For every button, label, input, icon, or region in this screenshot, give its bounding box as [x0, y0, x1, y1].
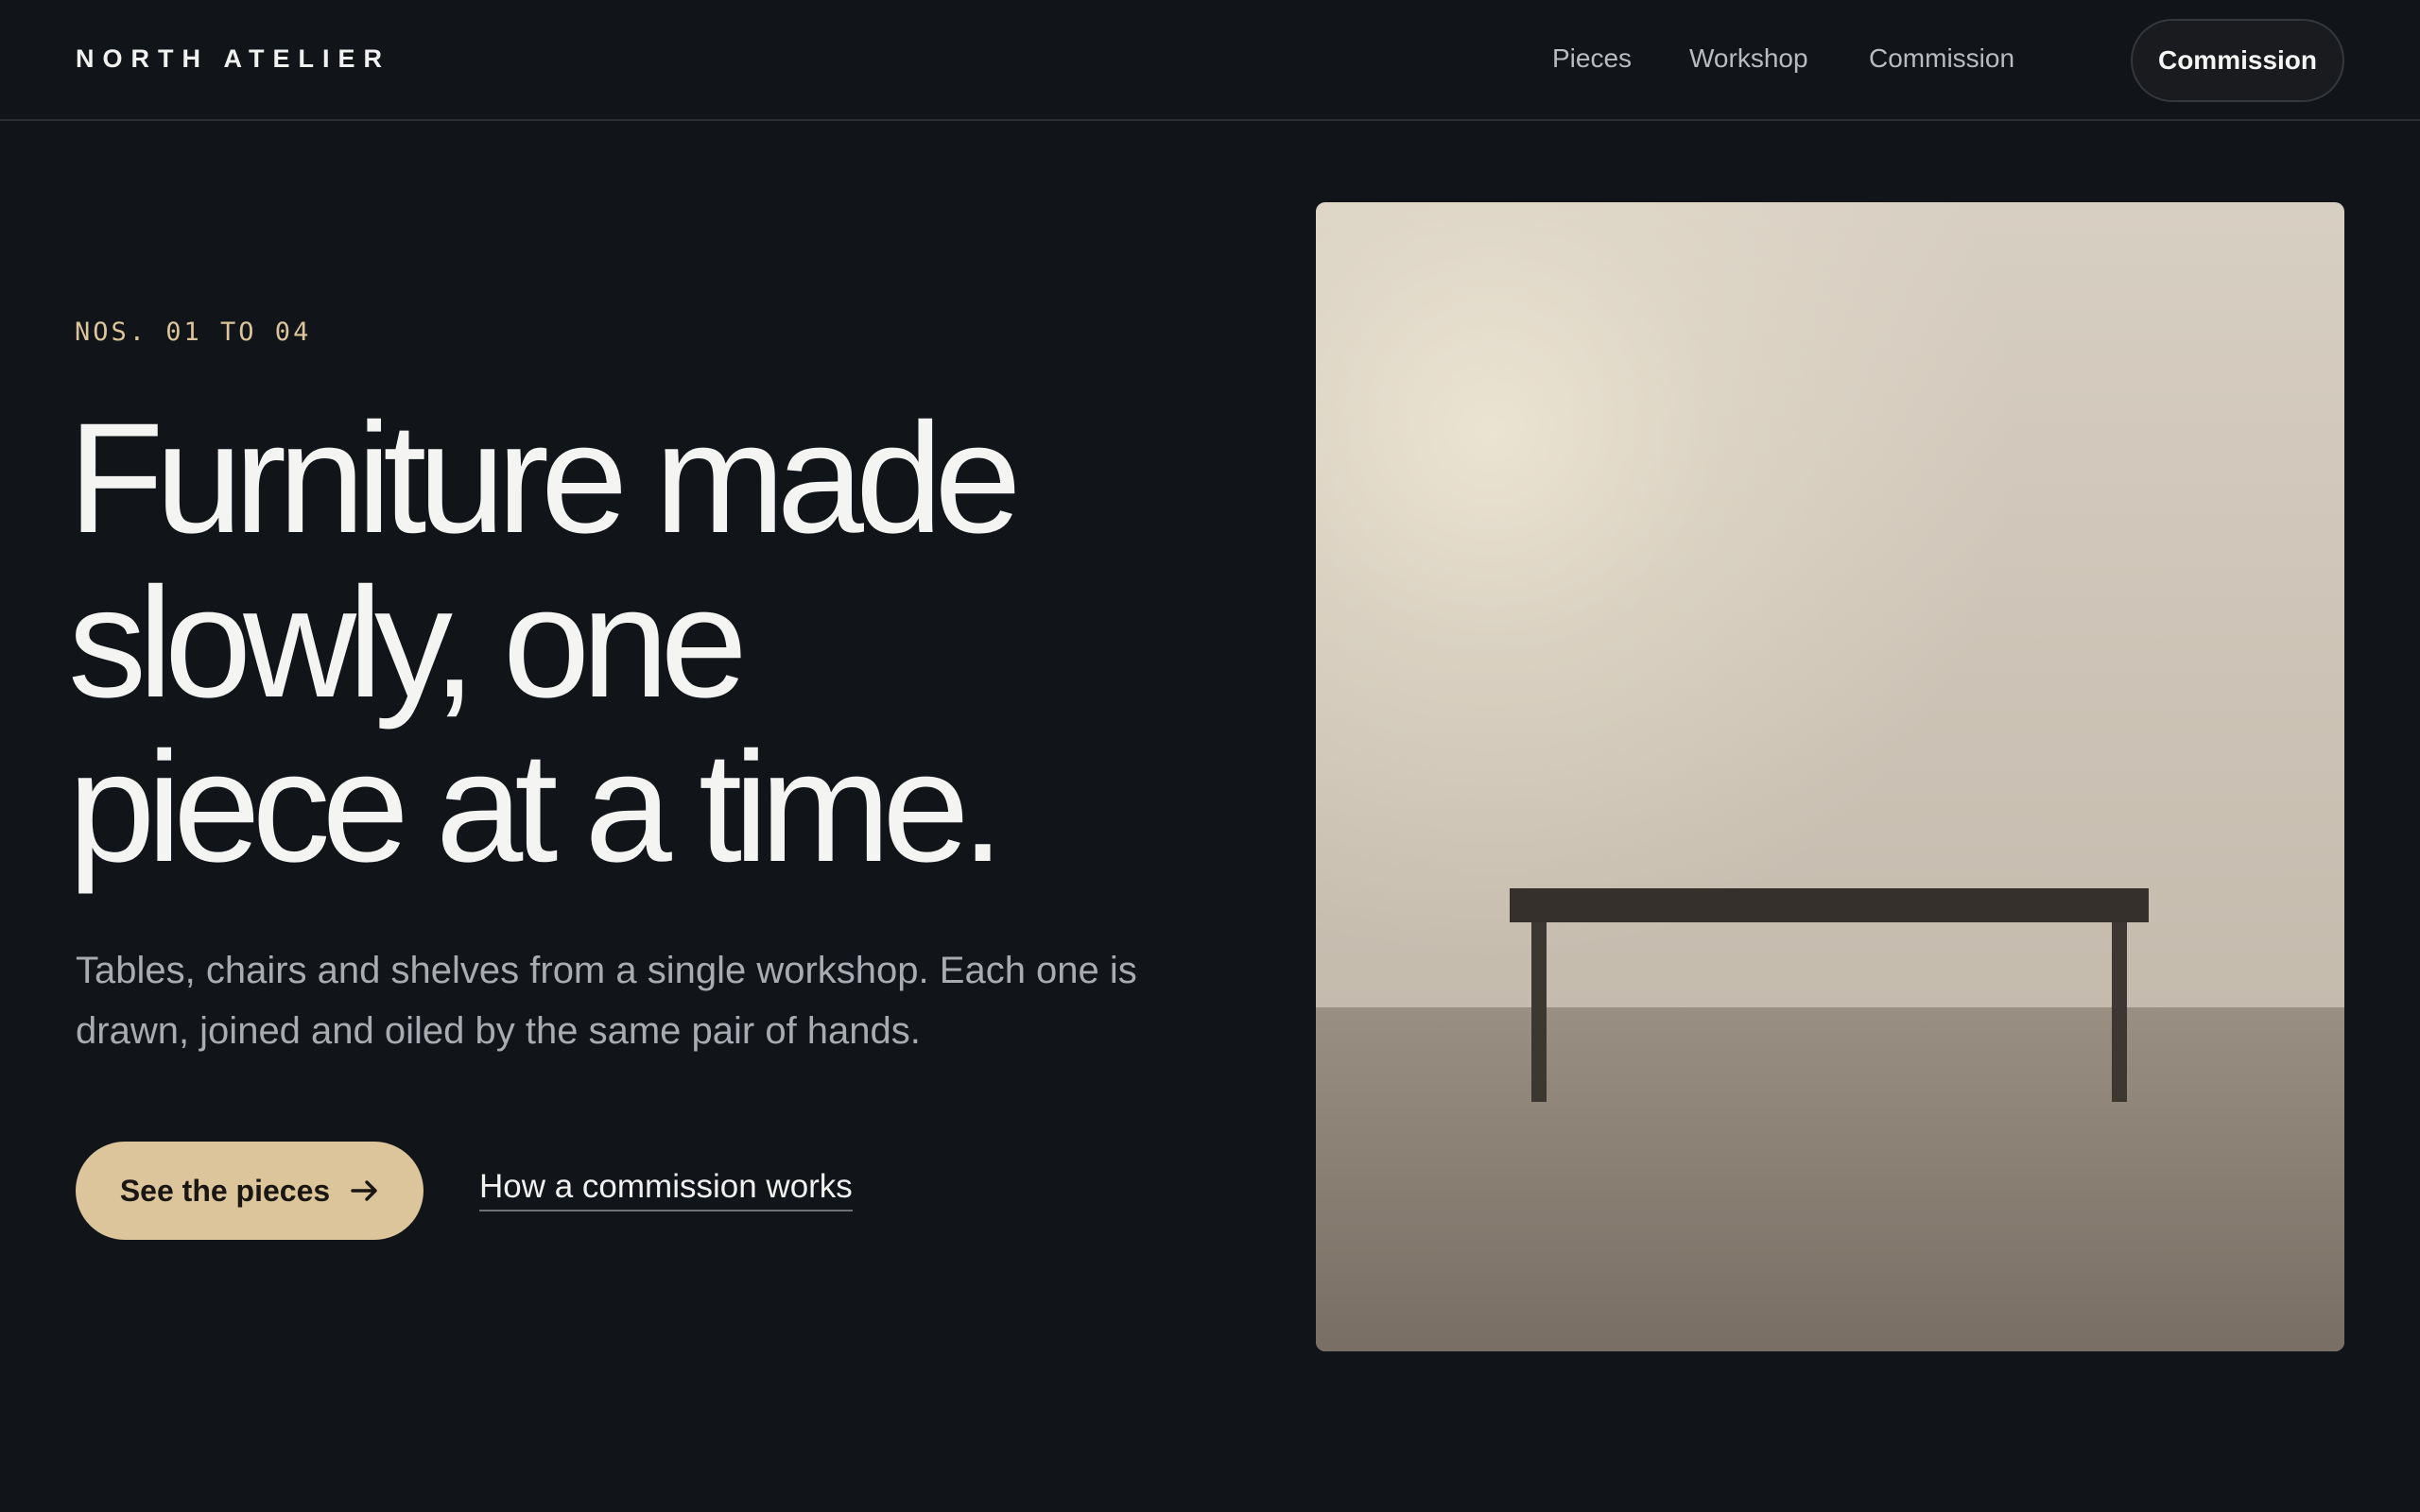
- hero-headline: Furniture made slowly, one piece at a ti…: [68, 397, 1202, 890]
- nav-link-pieces[interactable]: Pieces: [1552, 43, 1632, 74]
- hero-image-table: [1316, 202, 2344, 1351]
- headline-line: Furniture made: [68, 391, 1022, 566]
- nav-link-commission[interactable]: Commission: [1869, 43, 2014, 74]
- commission-button[interactable]: Commission: [2131, 19, 2344, 102]
- arrow-right-icon: [351, 1180, 377, 1201]
- headline-line: slowly, one: [68, 556, 748, 730]
- nav-link-workshop[interactable]: Workshop: [1689, 43, 1808, 74]
- brand-logo[interactable]: NORTH ATELIER: [76, 44, 390, 74]
- eyebrow-label: NOS. 01 TO 04: [75, 318, 312, 347]
- see-pieces-button[interactable]: See the pieces: [76, 1142, 424, 1240]
- headline-line: piece at a time.: [68, 720, 1005, 895]
- see-pieces-label: See the pieces: [119, 1173, 331, 1208]
- table-top: [1510, 888, 2149, 922]
- table-leg-left: [1531, 922, 1547, 1102]
- top-navigation: NORTH ATELIER Pieces Workshop Commission…: [0, 0, 2420, 121]
- floor-plane: [1316, 1007, 2344, 1351]
- commission-info-link[interactable]: How a commission works: [479, 1168, 853, 1211]
- table-leg-right: [2112, 922, 2127, 1102]
- hero-description: Tables, chairs and shelves from a single…: [76, 950, 1137, 1052]
